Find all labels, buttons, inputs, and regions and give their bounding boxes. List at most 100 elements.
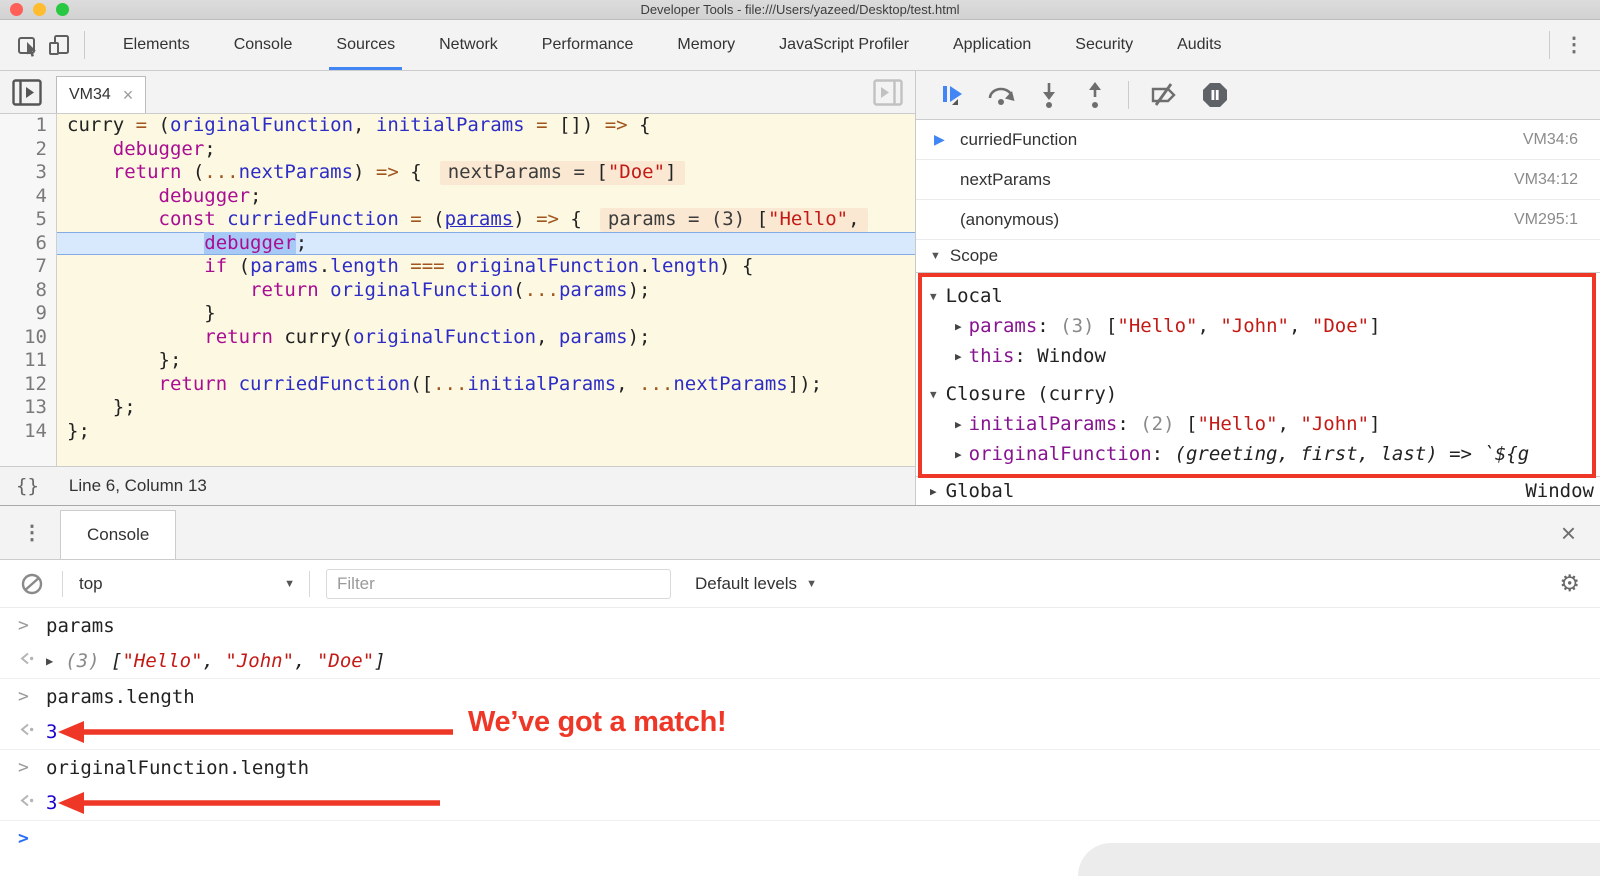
line-number[interactable]: 14	[0, 419, 57, 443]
code-line: 7 if (params.length === originalFunction…	[0, 255, 915, 279]
pretty-print-icon[interactable]: {}	[16, 475, 39, 497]
resume-button[interactable]	[938, 81, 966, 109]
file-tab-vm34[interactable]: VM34 ×	[56, 76, 147, 113]
main-tab-sources[interactable]: Sources	[329, 20, 402, 70]
line-number[interactable]: 11	[0, 349, 57, 373]
inline-value-widget: nextParams = ["Doe"]	[439, 161, 685, 185]
pause-on-exceptions-icon[interactable]	[1201, 81, 1229, 109]
filter-input[interactable]	[326, 568, 671, 599]
line-number[interactable]: 5	[0, 208, 57, 232]
main-tab-elements[interactable]: Elements	[123, 20, 190, 70]
code-text: const curriedFunction = (params) => {par…	[57, 208, 915, 232]
step-into-button[interactable]	[1036, 81, 1062, 109]
code-text: };	[67, 396, 136, 418]
main-tab-console[interactable]: Console	[234, 20, 293, 70]
console-input-row: > params	[18, 614, 115, 637]
editor-status-bar: {} Line 6, Column 13	[0, 466, 915, 505]
more-menu-icon[interactable]: ⋮	[1564, 35, 1584, 55]
main-tab-performance[interactable]: Performance	[542, 20, 634, 70]
code-text: return curriedFunction([...initialParams…	[158, 372, 823, 395]
drawer-menu-icon[interactable]: ⋮	[22, 523, 42, 543]
line-number[interactable]: 6	[0, 231, 57, 255]
scope-section-local[interactable]: ▼ Local	[916, 281, 1600, 311]
drawer-header: ⋮ Console ×	[0, 505, 1600, 560]
console-input-chevron-icon: >	[18, 615, 29, 636]
log-levels-select[interactable]: Default levels ▼	[695, 574, 817, 594]
call-stack-frame[interactable]: ▶ curriedFunction VM34:6	[916, 120, 1600, 160]
scope-variable-row[interactable]: ▶ originalFunction: (greeting, first, las…	[916, 439, 1600, 469]
background-artifact	[1078, 843, 1600, 876]
inspect-icon[interactable]	[14, 30, 44, 60]
main-tab-memory[interactable]: Memory	[677, 20, 735, 70]
call-stack-list: ▶ curriedFunction VM34:6 nextParams VM34:12 (…	[916, 120, 1600, 240]
line-number[interactable]: 12	[0, 372, 57, 396]
line-number[interactable]: 8	[0, 278, 57, 302]
expand-triangle-icon[interactable]: ▶	[46, 654, 53, 668]
console-messages: We’ve got a match! > params ▶ (3) ["Hello",…	[0, 608, 1600, 856]
main-tab-network[interactable]: Network	[439, 20, 498, 70]
context-value: top	[79, 573, 103, 593]
call-stack-frame[interactable]: nextParams VM34:12	[916, 160, 1600, 200]
code-line: 14};	[0, 419, 915, 443]
devtools-toolbar: Elements Console Sources Network Performance…	[0, 20, 1600, 71]
line-number[interactable]: 1	[0, 114, 57, 138]
line-number[interactable]: 10	[0, 325, 57, 349]
code-editor[interactable]: 1 curry = (originalFunction, initialParam…	[0, 114, 915, 466]
chevron-right-icon: ▶	[955, 349, 962, 363]
toolbar-separator	[309, 570, 310, 597]
gear-icon[interactable]: ⚙	[1559, 572, 1580, 595]
console-result-row: 3	[0, 714, 1600, 750]
scope-variable-row[interactable]: ▶ this: Window	[916, 341, 1600, 371]
code-line: 5 const curriedFunction = (params) => {p…	[0, 208, 915, 232]
main-tab-audits[interactable]: Audits	[1177, 20, 1221, 70]
scope-variable-row[interactable]: ▶ initialParams: (2) ["Hello", "John"]	[916, 409, 1600, 439]
scope-tree: ▼ Local ▶ params: (3) ["Hello", "John", "Do…	[916, 273, 1600, 469]
chevron-down-icon: ▼	[930, 250, 941, 262]
console-result-row: ▶ (3) ["Hello", "John", "Doe"]	[0, 643, 1600, 679]
main-tab-javascript-profiler[interactable]: JavaScript Profiler	[779, 20, 909, 70]
deactivate-breakpoints-icon[interactable]	[1149, 81, 1181, 109]
cursor-position: Line 6, Column 13	[68, 476, 207, 495]
scope-section-closure-curry-[interactable]: ▼ Closure (curry)	[916, 379, 1600, 409]
step-over-button[interactable]	[986, 81, 1016, 109]
line-number[interactable]: 3	[0, 161, 57, 185]
line-number[interactable]: 2	[0, 137, 57, 161]
debugger-pane-toggle-icon[interactable]	[873, 78, 903, 106]
close-icon[interactable]: ×	[1561, 520, 1576, 546]
device-toolbar-icon[interactable]	[44, 30, 74, 60]
scope-section-header[interactable]: ▼ Scope	[916, 240, 1600, 273]
line-number[interactable]: 4	[0, 184, 57, 208]
line-number[interactable]: 13	[0, 396, 57, 420]
frame-location[interactable]: VM295:1	[1514, 211, 1578, 229]
debugger-pane: ▶ curriedFunction VM34:6 nextParams VM34:12 (…	[916, 71, 1600, 505]
line-number[interactable]: 7	[0, 255, 57, 279]
console-prompt-chevron-icon: >	[18, 828, 29, 849]
console-output-icon	[18, 721, 46, 743]
chevron-right-icon: ▶	[955, 447, 962, 461]
navigator-toggle-icon[interactable]	[12, 78, 42, 106]
editor-filler	[0, 443, 915, 466]
main-tab-application[interactable]: Application	[953, 20, 1031, 70]
line-number[interactable]: 9	[0, 302, 57, 326]
scope-variable-row[interactable]: ▶ params: (3) ["Hello", "John", "Doe"]	[916, 311, 1600, 341]
execution-context-select[interactable]: top ▼	[63, 574, 305, 594]
file-tab-close-icon[interactable]: ×	[123, 86, 134, 104]
code-text: curry = (originalFunction, initialParams…	[67, 114, 651, 136]
code-line: 8 return originalFunction(...params);	[0, 278, 915, 302]
editor-pane: VM34 × 1 curry = (originalFunction, initi…	[0, 71, 916, 505]
clear-console-icon[interactable]	[20, 572, 44, 596]
code-text: debugger;	[158, 184, 262, 207]
tab-console[interactable]: Console	[60, 510, 177, 559]
chevron-right-icon: ▶	[930, 484, 937, 498]
inline-value-widget: params = (3) ["Hello",	[599, 208, 868, 232]
main-tab-security[interactable]: Security	[1075, 20, 1133, 70]
chevron-right-icon: ▶	[955, 319, 962, 333]
step-out-button[interactable]	[1082, 81, 1108, 109]
call-stack-frame[interactable]: (anonymous) VM295:1	[916, 200, 1600, 240]
frame-location[interactable]: VM34:12	[1514, 171, 1578, 189]
code-text: };	[67, 349, 182, 371]
scope-global-row[interactable]: ▶ Global Window	[916, 476, 1600, 505]
code-line: 11 };	[0, 349, 915, 373]
window-title: Developer Tools - file:///Users/yazeed/D…	[640, 2, 960, 17]
frame-location[interactable]: VM34:6	[1523, 131, 1578, 149]
